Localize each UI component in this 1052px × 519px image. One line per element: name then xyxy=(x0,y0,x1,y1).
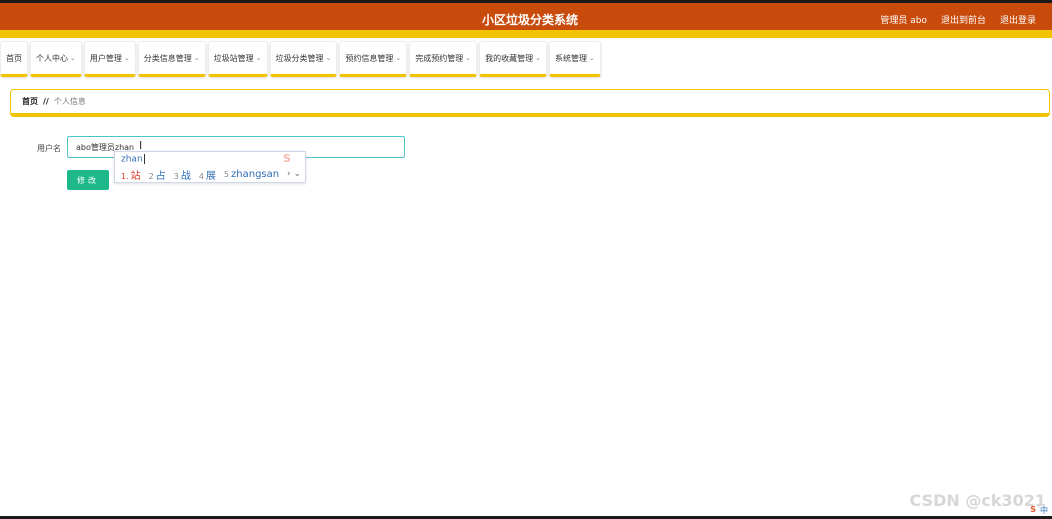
ime-language-toggle[interactable]: 中 xyxy=(1040,505,1048,516)
logout-link[interactable]: 退出登录 xyxy=(1000,13,1036,26)
chevron-down-icon: ⌄ xyxy=(589,54,595,62)
nav-item-label: 完成预约管理 xyxy=(415,53,464,63)
nav-item-sorting-management[interactable]: 垃圾分类管理 ⌄ xyxy=(269,41,338,77)
ime-candidate-4[interactable]: 4展 xyxy=(199,167,216,182)
ime-candidate-popup: zhan S 1. 站 2占 3战 4展 5 zhangsan › ⌄ xyxy=(114,151,306,183)
chevron-down-icon: ⌄ xyxy=(465,54,472,62)
nav-item-user-management[interactable]: 用户管理 ⌄ xyxy=(83,41,136,77)
ime-candidate-2[interactable]: 2占 xyxy=(149,167,166,182)
chevron-down-icon: ⌄ xyxy=(123,54,130,62)
nav-item-category-management[interactable]: 分类信息管理 ⌄ xyxy=(137,41,206,77)
nav-item-label: 个人中心 xyxy=(36,53,68,63)
breadcrumb-current: 个人信息 xyxy=(53,97,86,106)
nav-item-completed-booking[interactable]: 完成预约管理 ⌄ xyxy=(409,41,478,77)
header-links: 管理员 abo 退出到前台 退出登录 xyxy=(880,13,1036,26)
ime-composition: zhan xyxy=(121,154,145,165)
nav-item-label: 预约信息管理 xyxy=(345,53,394,63)
chevron-down-icon: ⌄ xyxy=(70,54,76,62)
ime-tray: S 中 xyxy=(1030,505,1048,516)
nav-item-booking-management[interactable]: 预约信息管理 ⌄ xyxy=(339,41,408,77)
nav-item-home[interactable]: 首页 xyxy=(0,41,28,77)
main-nav: 首页 个人中心 ⌄ 用户管理 ⌄ 分类信息管理 ⌄ 垃圾站管理 ⌄ 垃圾分类管理 ⌄ 预约… xyxy=(0,41,603,78)
username-label: 用户名 xyxy=(37,144,61,153)
exit-to-frontend-link[interactable]: 退出到前台 xyxy=(941,13,986,26)
nav-item-label: 垃圾站管理 xyxy=(213,53,254,63)
breadcrumb-home[interactable]: 首页 xyxy=(22,96,38,107)
nav-item-label: 用户管理 xyxy=(89,53,122,63)
chevron-down-icon: ⌄ xyxy=(255,54,262,62)
breadcrumb-separator: // xyxy=(43,97,49,106)
chevron-down-icon: ⌄ xyxy=(193,54,200,62)
nav-item-label: 垃圾分类管理 xyxy=(275,53,324,63)
nav-item-label: 系统管理 xyxy=(555,53,587,63)
breadcrumb: 首页 // 个人信息 xyxy=(10,89,1050,117)
nav-item-favorites[interactable]: 我的收藏管理 ⌄ xyxy=(479,41,547,77)
admin-user-link[interactable]: 管理员 abo xyxy=(880,13,927,26)
top-header: 小区垃圾分类系统 管理员 abo 退出到前台 退出登录 xyxy=(0,3,1052,38)
nav-item-system-management[interactable]: 系统管理 ⌄ xyxy=(549,41,601,77)
chevron-down-icon: ⌄ xyxy=(395,54,402,62)
nav-item-personal-center[interactable]: 个人中心 ⌄ xyxy=(30,41,82,77)
nav-item-label: 首页 xyxy=(6,53,22,63)
modify-button[interactable]: 修改 xyxy=(67,170,109,190)
sogou-tray-icon[interactable]: S xyxy=(1030,505,1036,516)
ime-candidate-1[interactable]: 1. 站 xyxy=(121,167,141,182)
ime-more-candidates-icon[interactable]: › ⌄ xyxy=(287,169,301,179)
chevron-down-icon: ⌄ xyxy=(325,54,332,62)
nav-item-station-management[interactable]: 垃圾站管理 ⌄ xyxy=(207,41,268,77)
ime-candidates: 1. 站 2占 3战 4展 5 zhangsan xyxy=(121,167,279,182)
nav-item-label: 我的收藏管理 xyxy=(485,53,534,63)
ime-candidate-5[interactable]: 5 zhangsan xyxy=(224,169,279,180)
nav-item-label: 分类信息管理 xyxy=(143,53,192,63)
ime-composition-text: zhan xyxy=(121,154,143,165)
ime-candidate-3[interactable]: 3战 xyxy=(174,167,191,182)
username-value: abo管理员 xyxy=(76,142,115,152)
watermark: CSDN @ck3021 xyxy=(909,491,1046,510)
sogou-logo-icon: S xyxy=(283,152,291,165)
chevron-down-icon: ⌄ xyxy=(535,54,541,62)
